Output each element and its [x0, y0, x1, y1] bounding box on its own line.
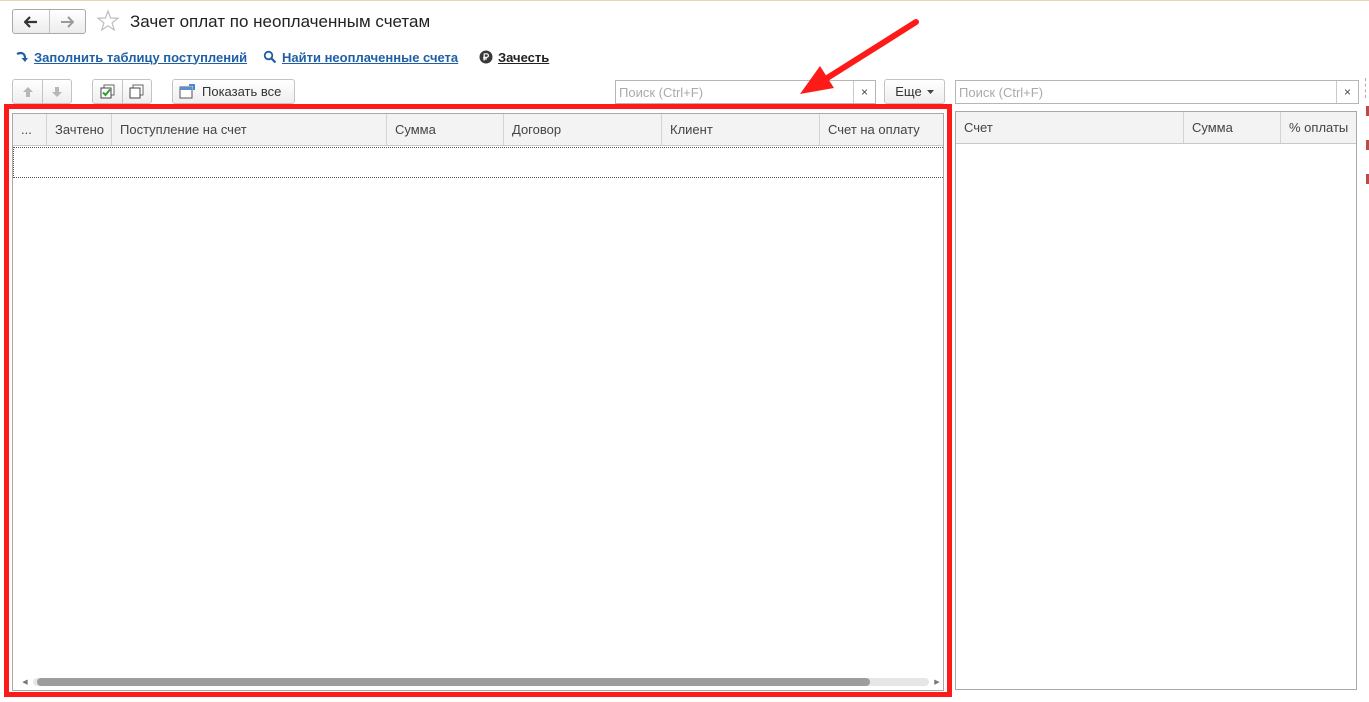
chevron-down-icon — [926, 89, 934, 94]
column-header-summa-right[interactable]: Сумма — [1184, 112, 1281, 143]
forward-button[interactable] — [48, 10, 86, 33]
check-buttons — [92, 79, 152, 104]
invoices-table: Счет Сумма % оплаты — [955, 111, 1357, 690]
arrow-up-icon — [22, 86, 33, 97]
arrow-down-icon — [52, 86, 62, 97]
invoices-search-clear-button[interactable]: × — [1336, 81, 1358, 103]
find-unpaid-label: Найти неоплаченные счета — [282, 49, 459, 65]
scroll-thumb[interactable] — [37, 678, 870, 686]
uncheck-all-icon — [129, 84, 144, 98]
payments-search-input[interactable] — [616, 81, 852, 103]
zachest-command[interactable]: Зачесть — [479, 49, 549, 65]
column-header-summa[interactable]: Сумма — [387, 114, 504, 145]
column-header-more[interactable]: ... — [13, 114, 47, 145]
payments-table: ... Зачтено Поступление на счет Сумма До… — [12, 113, 944, 691]
column-header-schet[interactable]: Счет — [956, 112, 1184, 143]
page-title: Зачет оплат по неоплаченным счетам — [130, 12, 431, 31]
column-header-dogovor[interactable]: Договор — [504, 114, 662, 145]
edge-markers — [1364, 80, 1369, 190]
navigation-buttons — [12, 9, 86, 34]
favorite-star-button[interactable] — [96, 9, 120, 33]
fill-table-command[interactable]: Заполнить таблицу поступлений — [15, 49, 247, 65]
arrow-left-icon — [23, 15, 37, 28]
fill-table-label: Заполнить таблицу поступлений — [34, 49, 248, 65]
star-icon — [96, 9, 120, 32]
ruble-icon — [479, 50, 493, 64]
more-menu-button[interactable]: Еще — [884, 79, 945, 104]
payments-search-field: × — [615, 80, 876, 104]
arrow-right-icon — [61, 15, 75, 28]
column-header-klient[interactable]: Клиент — [662, 114, 820, 145]
fill-arrow-icon — [16, 51, 28, 62]
horizontal-scrollbar[interactable]: ◀ ▶ — [21, 677, 941, 687]
scroll-track[interactable] — [33, 678, 929, 686]
invoices-search-input[interactable] — [956, 81, 1334, 103]
invoices-table-header: Счет Сумма % оплаты — [956, 112, 1356, 144]
column-header-schet-na-oplatu[interactable]: Счет на оплату — [820, 114, 943, 145]
back-button[interactable] — [13, 10, 49, 33]
invoices-search-field: × — [955, 80, 1359, 104]
column-header-procent-oplaty[interactable]: % оплаты — [1281, 112, 1356, 143]
column-header-postuplenie[interactable]: Поступление на счет — [112, 114, 387, 145]
move-down-button[interactable] — [42, 80, 71, 103]
table-row-current[interactable] — [13, 147, 943, 178]
top-border — [0, 0, 1369, 1]
find-unpaid-command[interactable]: Найти неоплаченные счета — [263, 49, 458, 65]
magnifier-icon — [263, 50, 277, 64]
column-header-zachteno[interactable]: Зачтено — [47, 114, 112, 145]
show-all-icon — [179, 83, 195, 98]
zachest-label: Зачесть — [498, 49, 550, 65]
uncheck-all-button[interactable] — [122, 80, 151, 103]
show-all-button[interactable]: Показать все — [172, 79, 295, 104]
move-buttons — [12, 79, 72, 104]
scroll-left-arrow-icon[interactable]: ◀ — [21, 678, 29, 686]
scroll-right-arrow-icon[interactable]: ▶ — [933, 678, 941, 686]
show-all-label: Показать все — [202, 84, 282, 99]
check-all-icon — [100, 84, 114, 98]
payments-table-header: ... Зачтено Поступление на счет Сумма До… — [13, 114, 943, 146]
payments-search-clear-button[interactable]: × — [853, 81, 875, 103]
move-up-button[interactable] — [13, 80, 42, 103]
more-label: Еще — [895, 84, 922, 99]
check-all-button[interactable] — [93, 80, 122, 103]
